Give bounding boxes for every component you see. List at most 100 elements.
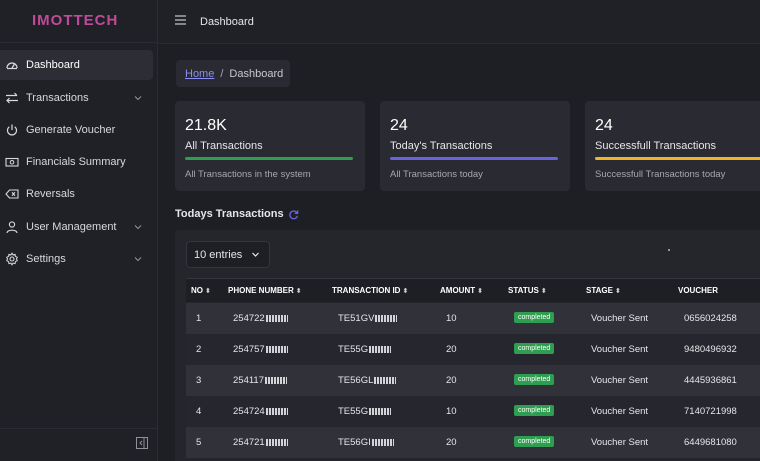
sidebar-item-transactions[interactable]: Transactions [0, 83, 153, 113]
stat-card-successful-transactions: 24 Successfull Transactions Successfull … [585, 101, 760, 191]
sidebar-item-dashboard[interactable]: Dashboard [0, 50, 153, 80]
stat-value: 24 [595, 117, 613, 134]
stat-subtitle: All Transactions today [390, 169, 483, 180]
sidebar-item-label: Transactions [26, 92, 89, 104]
backspace-icon [5, 189, 19, 199]
collapse-sidebar-icon[interactable] [136, 437, 148, 449]
table-row[interactable]: 1 254722 TE51GV 10 completed Voucher Sent 0656… [186, 303, 760, 334]
gear-icon [6, 252, 18, 266]
section-title: Todays Transactions [175, 208, 299, 220]
redacted-mask [375, 314, 398, 322]
cell-stage: Voucher Sent [591, 375, 649, 386]
cell-amount: 20 [446, 375, 457, 386]
cell-stage: Voucher Sent [591, 406, 649, 417]
cell-transaction-id: TE56GI [338, 437, 394, 448]
sidebar-item-label: Generate Voucher [26, 124, 116, 136]
cell-voucher: 6449681080 [684, 437, 737, 448]
cell-voucher: 9480496932 [684, 344, 737, 355]
breadcrumb-home-link[interactable]: Home [185, 68, 214, 80]
column-header-transaction-id[interactable]: TRANSACTION ID ⬍ [332, 286, 408, 295]
cell-amount: 20 [446, 437, 457, 448]
table-row[interactable]: 4 254724 TE55G 10 completed Voucher Sent 71407… [186, 396, 760, 427]
user-icon [6, 221, 18, 234]
cell-stage: Voucher Sent [591, 437, 649, 448]
cell-voucher: 0656024258 [684, 313, 737, 324]
cell-transaction-id: TE51GV [338, 313, 398, 324]
chevron-down-icon [134, 96, 142, 101]
stat-bar [185, 157, 353, 160]
column-header-stage[interactable]: STAGE ⬍ [586, 286, 621, 295]
sort-icon: ⬍ [614, 288, 621, 295]
sidebar-item-financials-summary[interactable]: Financials Summary [0, 147, 153, 177]
stat-card-all-transactions: 21.8K All Transactions All Transactions … [175, 101, 365, 191]
sort-icon: ⬍ [477, 288, 483, 295]
divider [0, 428, 158, 429]
redacted-mask [265, 438, 288, 446]
cell-phone: 254757 [233, 344, 288, 355]
sidebar-item-user-management[interactable]: User Management [0, 212, 153, 242]
cell-amount: 10 [446, 313, 457, 324]
sidebar-item-reversals[interactable]: Reversals [0, 179, 153, 209]
sort-icon: ⬍ [402, 288, 409, 295]
breadcrumb: Home / Dashboard [176, 60, 290, 87]
cell-no: 4 [196, 406, 202, 417]
dashboard-icon [6, 62, 18, 70]
cell-voucher: 7140721998 [684, 406, 737, 417]
cell-no: 5 [196, 437, 202, 448]
cell-voucher: 4445936861 [684, 375, 737, 386]
status-badge: completed [514, 312, 555, 323]
table-row[interactable]: 2 254757 TE55G 20 completed Voucher Sent 94804… [186, 334, 760, 365]
cell-no: 1 [196, 313, 202, 324]
cell-phone: 254117 [233, 375, 287, 386]
sidebar: IMOTTECH Dashboard Transactions Generate… [0, 0, 158, 461]
stat-value: 21.8K [185, 117, 227, 134]
breadcrumb-separator: / [220, 67, 224, 80]
cell-phone: 254722 [233, 313, 288, 324]
refresh-icon[interactable] [288, 209, 299, 220]
column-header-voucher[interactable]: VOUCHER [678, 286, 718, 295]
cell-stage: Voucher Sent [591, 344, 649, 355]
sort-icon: ⬍ [540, 288, 547, 295]
stat-subtitle: All Transactions in the system [185, 169, 311, 180]
sidebar-item-label: Reversals [26, 188, 75, 200]
stat-title: Successfull Transactions [595, 140, 717, 152]
sidebar-item-label: Financials Summary [26, 156, 126, 168]
cell-no: 3 [196, 375, 202, 386]
stat-value: 24 [390, 117, 408, 134]
column-header-status[interactable]: STATUS ⬍ [508, 286, 547, 295]
decorative-dot [668, 249, 670, 251]
sidebar-item-settings[interactable]: Settings [0, 244, 153, 274]
entries-select[interactable]: 10 entries [186, 241, 270, 268]
column-header-amount[interactable]: AMOUNT ⬍ [440, 286, 483, 295]
stat-card-todays-transactions: 24 Today's Transactions All Transactions… [380, 101, 570, 191]
table-row[interactable]: 5 254721 TE56GI 20 completed Voucher Sent 6449… [186, 427, 760, 458]
redacted-mask [369, 345, 392, 353]
table-row[interactable]: 3 254117 TE56GL 20 completed Voucher Sent 4445… [186, 365, 760, 396]
redacted-mask [369, 407, 392, 415]
menu-icon[interactable] [175, 15, 186, 25]
column-header-phone[interactable]: PHONE NUMBER ⬍ [228, 286, 302, 295]
status-badge: completed [514, 405, 555, 416]
stat-title: All Transactions [185, 140, 263, 152]
section-title-text: Todays Transactions [175, 208, 284, 220]
divider [0, 42, 158, 43]
redacted-mask [265, 376, 287, 384]
cell-no: 2 [196, 344, 202, 355]
chevron-down-icon [134, 225, 142, 230]
redacted-mask [265, 314, 288, 322]
stat-bar [390, 157, 558, 160]
sidebar-item-generate-voucher[interactable]: Generate Voucher [0, 115, 153, 145]
table-header: NO ⬍ PHONE NUMBER ⬍ TRANSACTION ID ⬍ AMOUNT… [186, 278, 760, 302]
stat-subtitle: Successfull Transactions today [595, 169, 726, 180]
brand-logo[interactable]: IMOTTECH [32, 12, 118, 29]
topbar: Dashboard [158, 0, 760, 44]
cell-phone: 254721 [233, 437, 288, 448]
redacted-mask [265, 345, 288, 353]
entries-select-value: 10 entries [194, 248, 243, 261]
sidebar-item-label: Dashboard [26, 59, 80, 71]
column-header-no[interactable]: NO ⬍ [191, 286, 211, 295]
chevron-down-icon [134, 257, 142, 262]
sidebar-item-label: User Management [26, 221, 117, 233]
stat-bar [595, 157, 760, 160]
sort-icon: ⬍ [295, 288, 302, 295]
